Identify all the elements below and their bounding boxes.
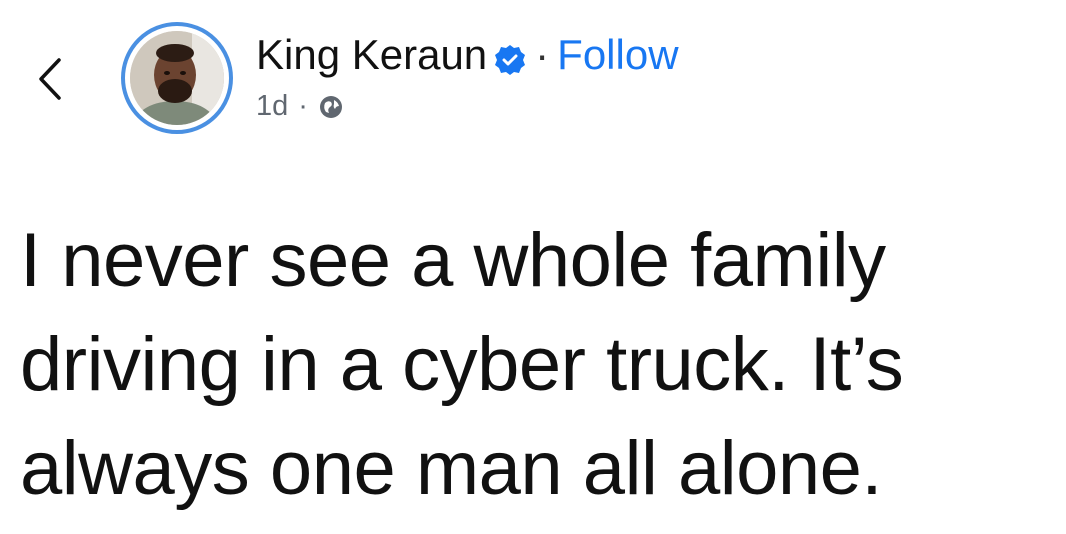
avatar-image	[130, 31, 224, 125]
name-separator: ·	[535, 31, 550, 78]
author-row: King Keraun · Follow	[256, 30, 679, 80]
follow-button[interactable]: Follow	[557, 30, 678, 80]
meta-separator: ·	[298, 90, 308, 122]
avatar[interactable]	[121, 22, 233, 134]
post-line: always one man all alone.	[20, 426, 883, 511]
chevron-left-icon	[39, 58, 61, 100]
post-body: I never see a whole family driving in a …	[20, 209, 1050, 521]
author-name[interactable]: King Keraun	[256, 30, 487, 80]
public-globe-icon[interactable]	[318, 93, 344, 119]
post-line: driving in a cyber truck. It’s	[20, 322, 904, 407]
profile-photo-icon	[130, 31, 224, 125]
timestamp[interactable]: 1d	[256, 88, 288, 124]
post-line: I never see a whole family	[20, 218, 886, 303]
verified-badge-icon	[493, 38, 527, 75]
post-meta: 1d ·	[256, 88, 344, 124]
back-button[interactable]	[28, 44, 72, 114]
